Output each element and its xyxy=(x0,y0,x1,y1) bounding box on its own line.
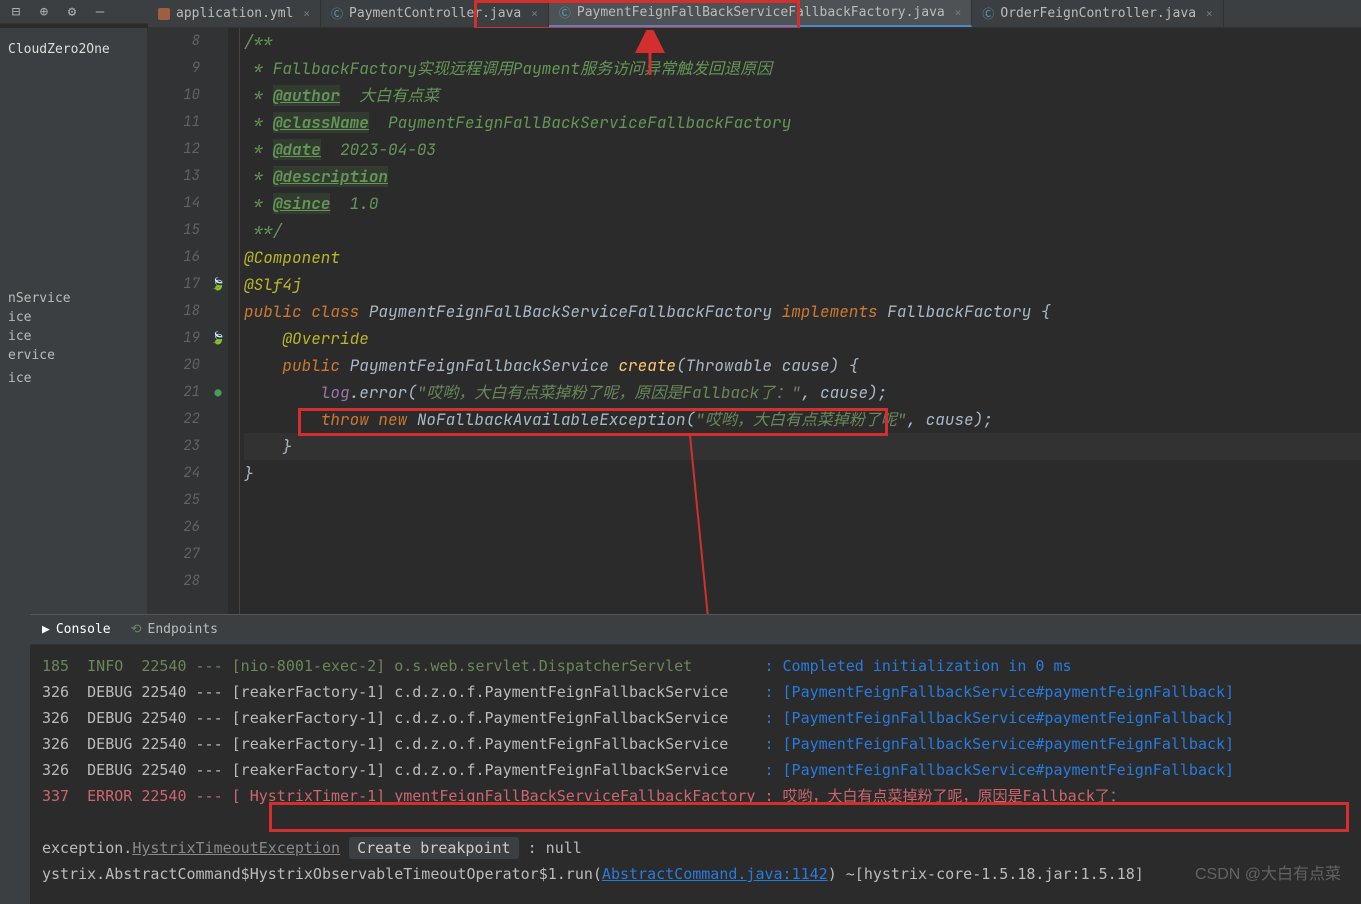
endpoints-icon: ⟲ xyxy=(131,622,142,637)
close-icon[interactable]: × xyxy=(531,7,538,20)
gear-icon[interactable]: ⚙ xyxy=(64,4,80,20)
gutter-icons: 🍃🍃● xyxy=(208,28,228,614)
tab-label: PaymentController.java xyxy=(349,6,521,21)
tab-order-feign[interactable]: Ⓒ OrderFeignController.java × xyxy=(972,0,1223,27)
collapse-icon[interactable]: ⊟ xyxy=(8,4,24,20)
code-content[interactable]: /** * FallbackFactory实现远程调用Payment服务访问异常… xyxy=(240,28,1361,614)
java-icon: Ⓒ xyxy=(331,5,343,22)
close-icon[interactable]: × xyxy=(1206,7,1213,20)
line-numbers: 8910111213141516171819202122232425262728 xyxy=(148,28,208,614)
sidebar-item[interactable]: ice xyxy=(0,369,147,388)
close-icon[interactable]: × xyxy=(303,7,310,20)
code-editor[interactable]: 8910111213141516171819202122232425262728… xyxy=(148,28,1361,614)
console-tabs-bar: ▶ Console ⟲ Endpoints xyxy=(30,615,1361,645)
tab-label: PaymentFeignFallBackServiceFallbackFacto… xyxy=(577,5,945,20)
console-tab[interactable]: ▶ Console xyxy=(42,622,111,637)
tab-fallback-factory[interactable]: Ⓒ PaymentFeignFallBackServiceFallbackFac… xyxy=(549,0,973,27)
watermark: CSDN @大白有点菜 xyxy=(1195,860,1341,884)
tab-label: application.yml xyxy=(176,6,293,21)
console-output[interactable]: 185 INFO 22540 --- [nio-8001-exec-2] o.s… xyxy=(30,645,1361,895)
sidebar-item[interactable]: ice xyxy=(0,308,147,327)
play-icon: ▶ xyxy=(42,622,50,637)
tab-payment-controller[interactable]: Ⓒ PaymentController.java × xyxy=(321,0,549,27)
target-icon[interactable]: ⊕ xyxy=(36,4,52,20)
java-icon: Ⓒ xyxy=(982,5,994,22)
tab-application-yml[interactable]: application.yml × xyxy=(148,0,321,27)
console-tab-label: Console xyxy=(56,622,111,637)
hide-icon[interactable]: — xyxy=(92,4,108,20)
fold-bar xyxy=(228,28,240,614)
java-icon: Ⓒ xyxy=(559,4,571,21)
sidebar-item[interactable]: ice xyxy=(0,327,147,346)
yml-icon xyxy=(158,8,170,20)
sidebar-item[interactable]: nService xyxy=(0,289,147,308)
endpoints-tab[interactable]: ⟲ Endpoints xyxy=(131,622,218,637)
console-panel: ▶ Console ⟲ Endpoints 185 INFO 22540 ---… xyxy=(30,614,1361,904)
close-icon[interactable]: × xyxy=(955,6,962,19)
sidebar-item[interactable]: ervice xyxy=(0,346,147,365)
project-name[interactable]: CloudZero2One xyxy=(0,40,147,59)
editor-tabs: application.yml × Ⓒ PaymentController.ja… xyxy=(148,0,1361,28)
top-toolbar: ⊟ ⊕ ⚙ — xyxy=(0,0,148,24)
console-tab-label: Endpoints xyxy=(148,622,218,637)
tab-label: OrderFeignController.java xyxy=(1000,6,1196,21)
